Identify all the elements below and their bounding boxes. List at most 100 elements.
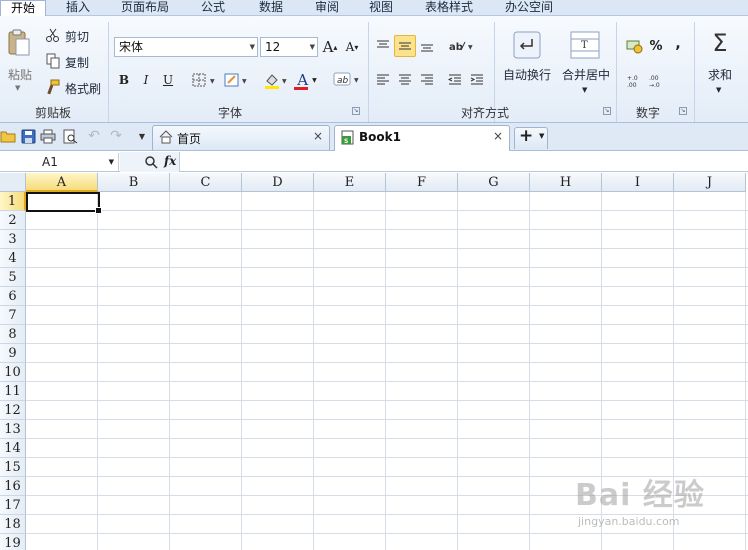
currency-format-button[interactable] — [624, 36, 646, 56]
tab-insert[interactable]: 插入 — [56, 0, 100, 16]
font-dialog-launcher-icon[interactable]: ↘ — [352, 107, 360, 115]
alignment-dialog-launcher-icon[interactable]: ↘ — [603, 107, 611, 115]
row-header-9[interactable]: 9 — [0, 344, 26, 363]
tab-review[interactable]: 审阅 — [304, 0, 350, 16]
chevron-down-icon[interactable]: ▼ — [582, 86, 587, 94]
copy-button[interactable] — [44, 52, 62, 70]
column-header-h[interactable]: H — [530, 173, 602, 192]
row-header-1[interactable]: 1 — [0, 192, 26, 211]
underline-button[interactable]: U — [160, 71, 176, 89]
row-header-4[interactable]: 4 — [0, 249, 26, 268]
number-dialog-launcher-icon[interactable]: ↘ — [679, 107, 687, 115]
italic-button[interactable]: I — [138, 71, 154, 89]
doc-tab-home[interactable]: 首页 × — [152, 125, 330, 150]
tab-page-layout[interactable]: 页面布局 — [112, 0, 178, 16]
comma-style-button[interactable]: , — [672, 34, 684, 54]
formula-input[interactable] — [181, 152, 748, 172]
row-header-2[interactable]: 2 — [0, 211, 26, 230]
column-header-f[interactable]: F — [386, 173, 458, 192]
column-header-j[interactable]: J — [674, 173, 746, 192]
row-header-15[interactable]: 15 — [0, 458, 26, 477]
select-all-corner[interactable] — [0, 173, 26, 192]
wrap-text-button[interactable] — [512, 30, 542, 60]
redo-icon[interactable]: ↷ — [108, 128, 124, 144]
close-icon[interactable]: × — [313, 129, 323, 143]
customize-toolbar-icon[interactable]: ▼ — [134, 128, 150, 144]
column-header-b[interactable]: B — [98, 173, 170, 192]
wrap-text-label[interactable]: 自动换行 — [503, 66, 551, 83]
align-center-button[interactable] — [396, 71, 414, 89]
paste-dropdown-icon[interactable]: ▼ — [15, 84, 20, 92]
open-folder-icon[interactable] — [0, 128, 16, 144]
close-icon[interactable]: × — [493, 129, 503, 143]
row-header-7[interactable]: 7 — [0, 306, 26, 325]
merge-center-label[interactable]: 合并居中 — [562, 66, 610, 83]
copy-label[interactable]: 复制 — [65, 54, 89, 71]
fill-color-button[interactable]: ▼ — [262, 71, 290, 91]
grow-font-button[interactable]: A ▴ — [321, 37, 339, 57]
text-orientation-button[interactable]: ab ▼ — [446, 36, 476, 56]
row-header-6[interactable]: 6 — [0, 287, 26, 306]
increase-decimal-button[interactable]: +.0.00 — [624, 72, 644, 90]
sum-label[interactable]: 求和 — [708, 66, 732, 83]
function-icon[interactable]: fx — [164, 154, 176, 168]
tab-table-style[interactable]: 表格样式 — [416, 0, 482, 16]
row-header-19[interactable]: 19 — [0, 534, 26, 550]
column-header-g[interactable]: G — [458, 173, 530, 192]
font-color-button[interactable]: A ▼ — [292, 69, 322, 91]
cut-button[interactable] — [44, 26, 62, 44]
text-effects-button[interactable]: ab ▼ — [332, 69, 362, 91]
sum-icon[interactable]: Σ — [706, 28, 734, 58]
format-painter-label[interactable]: 格式刷 — [65, 80, 101, 97]
print-preview-icon[interactable] — [62, 128, 78, 144]
font-name-select[interactable]: 宋体 ▼ — [114, 37, 258, 57]
align-middle-button[interactable] — [394, 35, 416, 57]
percent-style-button[interactable]: % — [648, 36, 664, 56]
paste-button[interactable] — [4, 26, 34, 60]
column-header-e[interactable]: E — [314, 173, 386, 192]
shrink-font-button[interactable]: A ▾ — [343, 37, 361, 57]
cell-style-button[interactable]: ▼ — [222, 71, 250, 89]
new-tab-button[interactable]: + ▼ — [514, 126, 548, 149]
align-bottom-button[interactable] — [418, 36, 436, 56]
tab-formulas[interactable]: 公式 — [190, 0, 236, 16]
name-box[interactable]: A1 ▼ — [0, 153, 119, 171]
column-header-i[interactable]: I — [602, 173, 674, 192]
row-header-3[interactable]: 3 — [0, 230, 26, 249]
row-header-14[interactable]: 14 — [0, 439, 26, 458]
row-header-8[interactable]: 8 — [0, 325, 26, 344]
cut-label[interactable]: 剪切 — [65, 28, 89, 45]
format-painter-button[interactable] — [44, 78, 62, 96]
align-top-button[interactable] — [374, 36, 392, 56]
row-header-18[interactable]: 18 — [0, 515, 26, 534]
increase-indent-button[interactable] — [468, 71, 486, 89]
row-header-12[interactable]: 12 — [0, 401, 26, 420]
tab-home[interactable]: 开始 — [0, 0, 46, 17]
font-size-select[interactable]: 12 ▼ — [260, 37, 318, 57]
tab-office-space[interactable]: 办公空间 — [494, 0, 564, 16]
row-header-17[interactable]: 17 — [0, 496, 26, 515]
borders-button[interactable]: ▼ — [190, 71, 218, 89]
doc-tab-book1[interactable]: S Book1 × — [334, 125, 510, 151]
print-icon[interactable] — [40, 128, 56, 144]
bold-button[interactable]: B — [116, 71, 132, 89]
active-cell-a1[interactable] — [26, 192, 102, 214]
align-left-button[interactable] — [374, 71, 392, 89]
decrease-indent-button[interactable] — [446, 71, 464, 89]
magnifier-icon[interactable] — [144, 155, 158, 169]
decrease-decimal-button[interactable]: .00 →.0 — [646, 72, 666, 90]
row-header-13[interactable]: 13 — [0, 420, 26, 439]
undo-icon[interactable]: ↶ — [86, 128, 102, 144]
merge-center-button[interactable]: T — [569, 30, 601, 60]
row-header-5[interactable]: 5 — [0, 268, 26, 287]
tab-view[interactable]: 视图 — [358, 0, 404, 16]
column-header-c[interactable]: C — [170, 173, 242, 192]
row-header-10[interactable]: 10 — [0, 363, 26, 382]
column-header-d[interactable]: D — [242, 173, 314, 192]
row-header-16[interactable]: 16 — [0, 477, 26, 496]
chevron-down-icon[interactable]: ▼ — [716, 86, 721, 94]
save-icon[interactable] — [20, 128, 36, 144]
tab-data[interactable]: 数据 — [248, 0, 294, 16]
align-right-button[interactable] — [418, 71, 436, 89]
row-header-11[interactable]: 11 — [0, 382, 26, 401]
